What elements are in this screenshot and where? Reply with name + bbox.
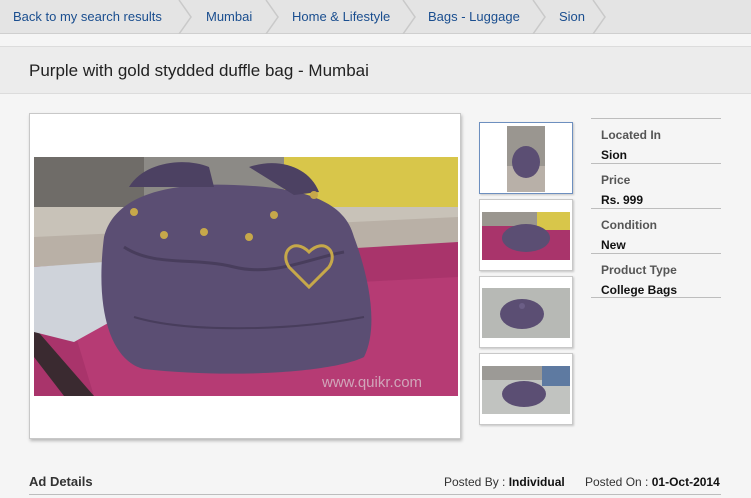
posted-on: Posted On : 01-Oct-2014 bbox=[585, 475, 720, 489]
detail-condition: Condition New bbox=[591, 208, 721, 253]
detail-label: Price bbox=[601, 173, 631, 187]
posted-on-label: Posted On : bbox=[585, 475, 649, 489]
listing-title: Purple with gold stydded duffle bag - Mu… bbox=[29, 61, 369, 80]
breadcrumb-separator bbox=[265, 0, 279, 34]
thumbnail-2[interactable] bbox=[479, 199, 573, 271]
breadcrumb-separator bbox=[402, 0, 416, 34]
thumbnail-3-image bbox=[482, 288, 570, 338]
detail-price: Price Rs. 999 bbox=[591, 163, 721, 208]
detail-label: Located In bbox=[601, 128, 662, 142]
posted-on-value: 01-Oct-2014 bbox=[651, 475, 720, 489]
details-panel: Located In Sion Price Rs. 999 Condition … bbox=[591, 118, 721, 298]
detail-value: Sion bbox=[601, 148, 627, 162]
detail-value: College Bags bbox=[601, 283, 678, 297]
title-band: Purple with gold stydded duffle bag - Mu… bbox=[0, 46, 751, 94]
detail-label: Condition bbox=[601, 218, 657, 232]
breadcrumb-separator bbox=[178, 0, 192, 34]
breadcrumb-separator bbox=[592, 0, 606, 34]
thumbnail-2-image bbox=[482, 212, 570, 260]
thumbnail-1-image bbox=[507, 126, 545, 192]
breadcrumb-item-bags-luggage[interactable]: Bags - Luggage bbox=[428, 0, 520, 34]
thumbnail-3[interactable] bbox=[479, 276, 573, 348]
posted-by-value: Individual bbox=[508, 475, 565, 489]
detail-value: Rs. 999 bbox=[601, 193, 644, 207]
breadcrumb-item-home-lifestyle[interactable]: Home & Lifestyle bbox=[292, 0, 390, 34]
footer-divider bbox=[29, 494, 721, 495]
breadcrumb-item-mumbai[interactable]: Mumbai bbox=[206, 0, 252, 34]
posted-by-label: Posted By : bbox=[444, 475, 506, 489]
thumbnail-4-image bbox=[482, 366, 570, 414]
posted-by: Posted By : Individual bbox=[444, 475, 565, 489]
detail-label: Product Type bbox=[601, 263, 677, 277]
main-image-frame[interactable]: www.quikr.com bbox=[29, 113, 461, 439]
back-to-search-link[interactable]: Back to my search results bbox=[13, 0, 162, 34]
detail-location: Located In Sion bbox=[591, 118, 721, 163]
detail-product-type: Product Type College Bags bbox=[591, 253, 721, 298]
watermark: www.quikr.com bbox=[321, 374, 422, 391]
thumbnail-1[interactable] bbox=[479, 122, 573, 194]
main-photo[interactable]: www.quikr.com bbox=[34, 157, 458, 396]
bag-photo: www.quikr.com bbox=[34, 157, 458, 396]
ad-details-heading: Ad Details bbox=[29, 474, 93, 489]
thumbnail-4[interactable] bbox=[479, 353, 573, 425]
breadcrumb-separator bbox=[532, 0, 546, 34]
breadcrumb: Back to my search results Mumbai Home & … bbox=[0, 0, 751, 34]
detail-value: New bbox=[601, 238, 626, 252]
breadcrumb-item-sion[interactable]: Sion bbox=[559, 0, 585, 34]
